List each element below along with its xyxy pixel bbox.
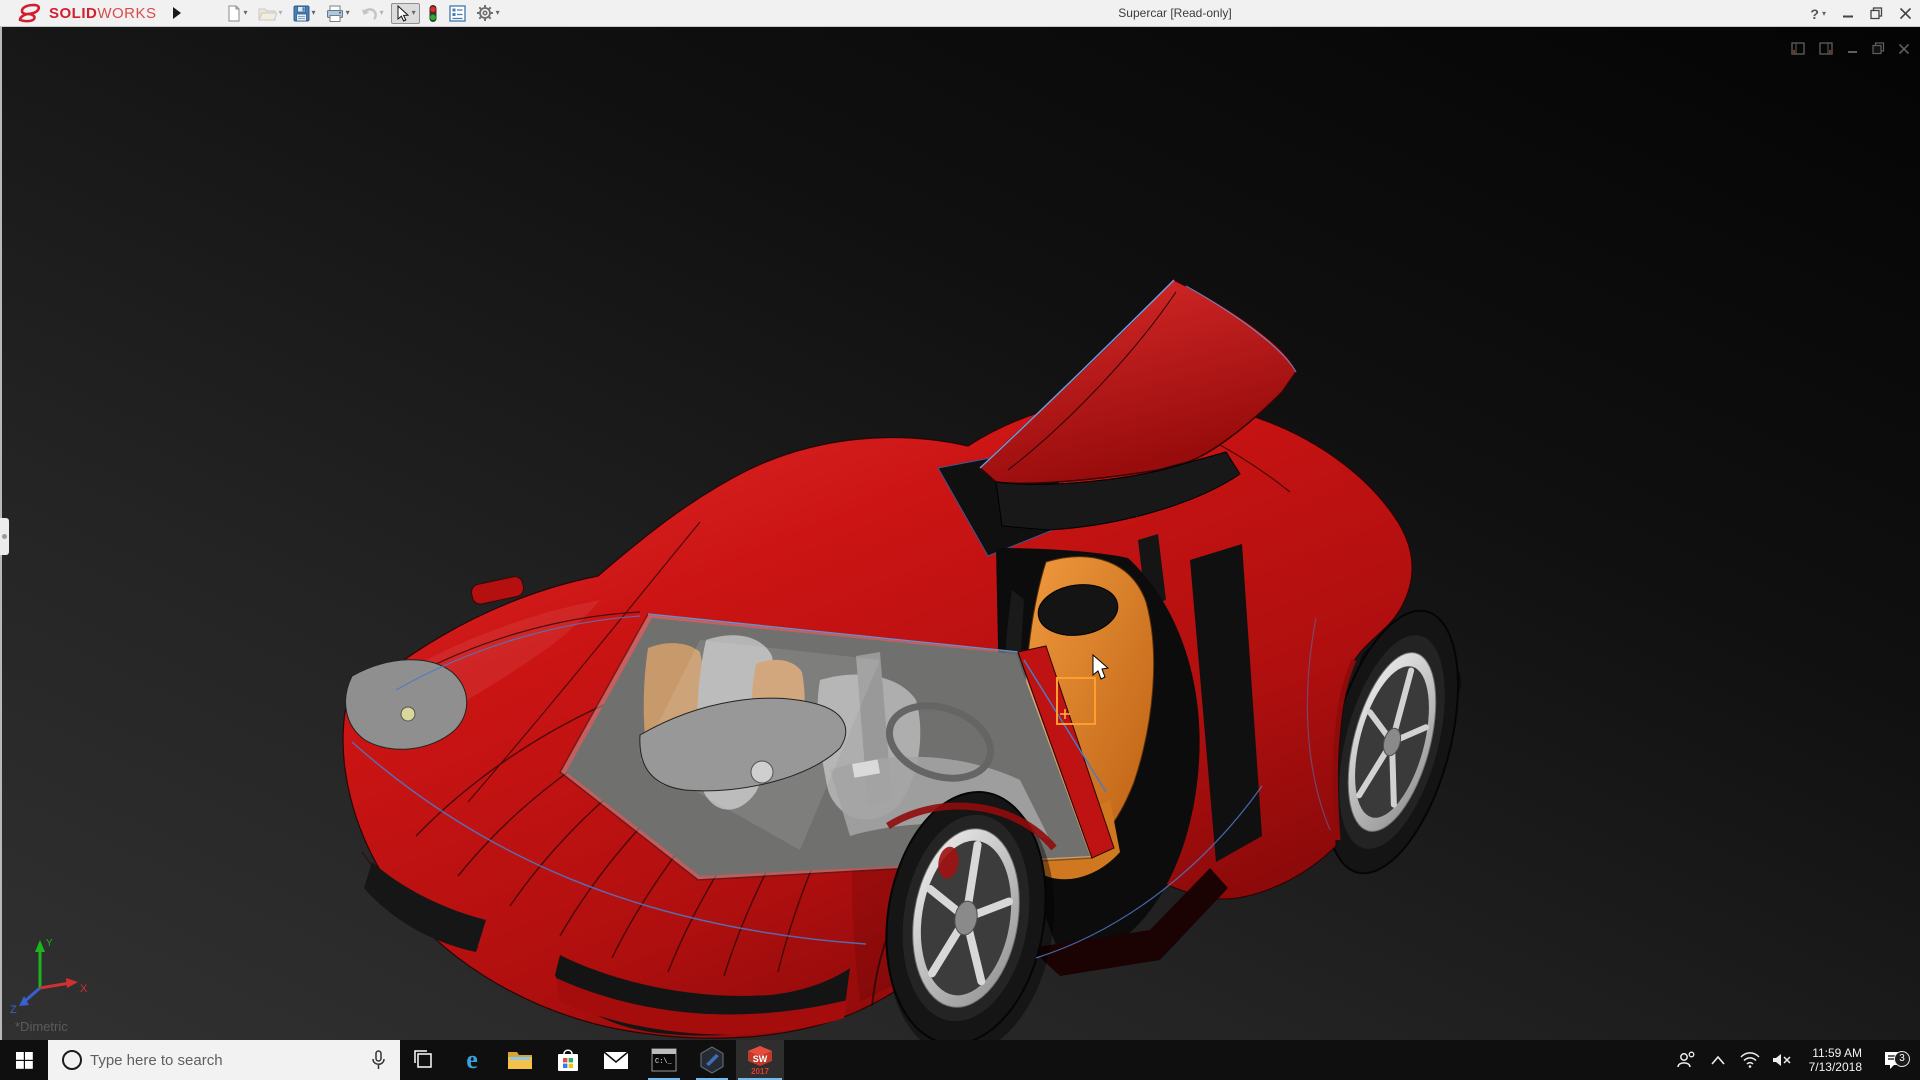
svg-text:C:\_: C:\_ xyxy=(655,1058,673,1066)
svg-text:e: e xyxy=(466,1046,478,1074)
taskbar-icon-file-explorer[interactable] xyxy=(496,1040,544,1080)
undo-icon xyxy=(360,6,378,21)
help-button[interactable]: ? ▾ xyxy=(1810,6,1826,22)
select-tool-button[interactable]: ▾ xyxy=(391,3,420,24)
select-dropdown-caret[interactable]: ▾ xyxy=(412,9,416,17)
command-prompt-icon: C:\_ xyxy=(651,1048,677,1072)
svg-text:2017: 2017 xyxy=(751,1067,769,1075)
panel-tab-dot xyxy=(2,534,7,539)
child-minimize-button[interactable] xyxy=(1847,43,1859,55)
windows-logo-icon xyxy=(16,1052,33,1069)
properties-button[interactable] xyxy=(446,3,469,24)
solidworks-application-window: SOLIDWORKS ▾ ▾ xyxy=(0,0,1920,1080)
brand-text: SOLIDWORKS xyxy=(49,5,157,22)
properties-list-icon xyxy=(449,5,466,22)
taskbar-icon-solidworks[interactable]: SW 2017 xyxy=(736,1040,784,1080)
save-dropdown-caret[interactable]: ▾ xyxy=(312,9,316,17)
taskbar-icon-store[interactable] xyxy=(544,1040,592,1080)
open-dropdown-caret[interactable]: ▾ xyxy=(279,9,283,17)
action-center-button[interactable]: 3 xyxy=(1876,1051,1910,1070)
new-document-button[interactable]: ▾ xyxy=(223,3,251,24)
people-icon[interactable] xyxy=(1673,1051,1699,1069)
gear-icon xyxy=(476,4,494,22)
notification-badge: 3 xyxy=(1894,1051,1910,1067)
open-button[interactable]: ▾ xyxy=(255,4,286,23)
file-explorer-icon xyxy=(507,1049,533,1071)
open-folder-icon xyxy=(258,6,277,21)
print-dropdown-caret[interactable]: ▾ xyxy=(346,9,350,17)
solidworks-logo: SOLIDWORKS xyxy=(0,0,167,26)
feature-manager-flyout-tab[interactable] xyxy=(0,518,9,555)
start-button[interactable] xyxy=(0,1040,48,1080)
taskbar-icon-command-prompt[interactable]: C:\_ xyxy=(640,1040,688,1080)
brand-solid: SOLID xyxy=(49,5,97,22)
system-tray: 11:59 AM 7/13/2018 3 xyxy=(1673,1040,1920,1080)
restore-icon xyxy=(1870,7,1883,20)
taskbar-icon-edge[interactable]: e xyxy=(448,1040,496,1080)
orientation-triad: Y X Z xyxy=(10,938,88,1016)
edge-icon: e xyxy=(458,1046,486,1074)
document-title: Supercar [Read-only] xyxy=(1118,6,1231,20)
tray-date: 7/13/2018 xyxy=(1809,1060,1862,1074)
clock[interactable]: 11:59 AM 7/13/2018 xyxy=(1801,1046,1870,1074)
window-controls: ? ▾ xyxy=(1810,0,1912,27)
wifi-icon[interactable] xyxy=(1737,1052,1763,1068)
close-icon xyxy=(1899,7,1912,20)
options-button[interactable]: ▾ xyxy=(473,2,503,24)
undo-dropdown-caret[interactable]: ▾ xyxy=(380,9,384,17)
microphone-icon[interactable] xyxy=(371,1050,386,1070)
title-bar: SOLIDWORKS ▾ ▾ xyxy=(0,0,1920,27)
child-close-button[interactable] xyxy=(1898,43,1910,55)
split-window-icon[interactable] xyxy=(1819,42,1834,55)
minimize-button[interactable] xyxy=(1842,8,1854,20)
options-dropdown-caret[interactable]: ▾ xyxy=(496,9,500,17)
rebuild-button[interactable] xyxy=(424,2,442,25)
graphics-viewport[interactable]: Y X Z xyxy=(0,27,1920,1040)
new-document-icon xyxy=(226,5,242,22)
close-button[interactable] xyxy=(1899,7,1912,20)
taskbar-icon-cad-hexagon[interactable] xyxy=(688,1040,736,1080)
tray-time: 11:59 AM xyxy=(1809,1046,1862,1060)
new-dropdown-caret[interactable]: ▾ xyxy=(244,9,248,17)
print-button[interactable]: ▾ xyxy=(323,3,353,24)
save-button[interactable]: ▾ xyxy=(290,3,319,24)
task-view-button[interactable] xyxy=(400,1040,448,1080)
windows-taskbar: e xyxy=(0,1040,1920,1080)
brand-works: WORKS xyxy=(97,5,156,22)
volume-muted-icon[interactable] xyxy=(1769,1052,1795,1068)
hexagon-app-icon xyxy=(699,1046,725,1074)
document-window-controls xyxy=(1791,42,1910,55)
search-input[interactable] xyxy=(82,1052,371,1069)
rebuild-traffic-light-icon xyxy=(427,4,439,23)
quick-access-toolbar: ▾ ▾ ▾ xyxy=(223,2,503,25)
minimize-icon xyxy=(1842,8,1854,20)
restore-button[interactable] xyxy=(1870,7,1883,20)
triad-y-label: Y xyxy=(46,938,53,949)
task-view-icon xyxy=(414,1050,434,1070)
cortana-icon xyxy=(62,1050,82,1070)
child-restore-button[interactable] xyxy=(1872,42,1885,55)
triad-x-label: X xyxy=(80,983,88,995)
show-hidden-icons-chevron[interactable] xyxy=(1705,1056,1731,1065)
taskbar-search[interactable] xyxy=(48,1040,400,1080)
undo-button[interactable]: ▾ xyxy=(357,4,387,23)
print-icon xyxy=(326,5,344,22)
taskbar-icon-mail[interactable] xyxy=(592,1040,640,1080)
solidworks-app-icon: SW 2017 xyxy=(745,1045,775,1075)
ds-logo-icon xyxy=(14,3,44,23)
supercar-3d-model: Y X Z xyxy=(0,27,1920,1040)
new-window-icon[interactable] xyxy=(1791,42,1806,55)
save-icon xyxy=(293,5,310,22)
mail-icon xyxy=(603,1051,629,1070)
svg-text:SW: SW xyxy=(753,1054,768,1064)
menu-flyout-arrow[interactable] xyxy=(173,7,181,19)
select-cursor-icon xyxy=(395,5,410,22)
help-glyph: ? xyxy=(1810,6,1819,22)
help-dropdown-caret[interactable]: ▾ xyxy=(1822,10,1826,18)
microsoft-store-icon xyxy=(556,1047,580,1073)
view-orientation-label: *Dimetric xyxy=(15,1019,68,1034)
triad-z-label: Z xyxy=(10,1004,17,1016)
